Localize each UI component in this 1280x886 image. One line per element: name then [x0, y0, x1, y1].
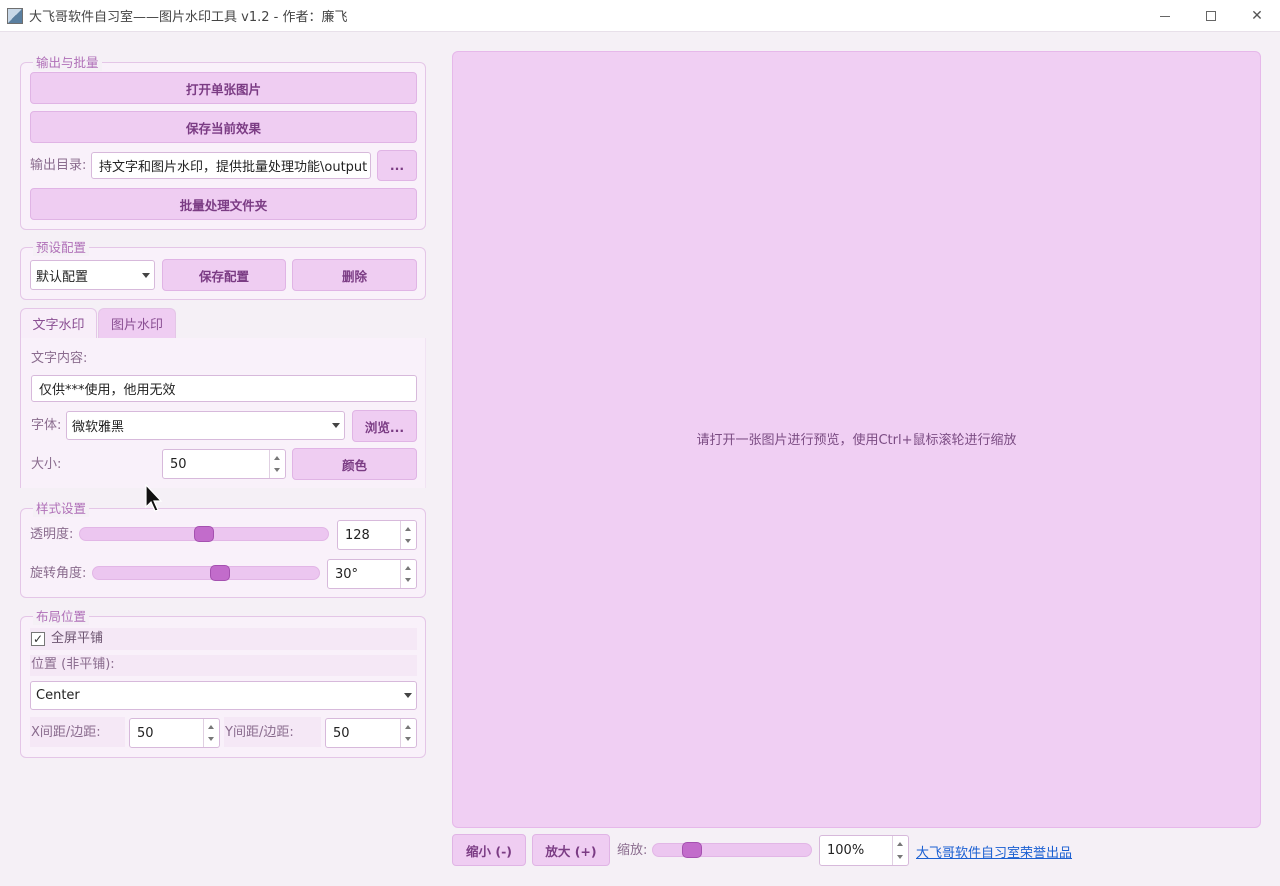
opacity-slider-handle[interactable] — [194, 526, 214, 542]
spin-up-icon — [405, 566, 411, 570]
x-spacing-spin-arrows[interactable] — [203, 719, 219, 747]
close-button[interactable]: ✕ — [1234, 0, 1280, 32]
window-controls: ✕ — [1142, 0, 1280, 32]
spin-up-icon — [405, 725, 411, 729]
zoom-spinbox-value: 100% — [827, 843, 865, 858]
save-preset-button[interactable]: 保存配置 — [162, 259, 286, 291]
rotation-spinbox[interactable]: 30° — [327, 559, 417, 589]
y-spacing-value: 50 — [333, 725, 350, 741]
text-watermark-panel: 文字内容: 仅供***使用，他用无效 字体: 微软雅黑 浏览... 大小: 50… — [20, 338, 426, 488]
title-bar: 大飞哥软件自习室——图片水印工具 v1.2 - 作者：廉飞 ✕ — [0, 0, 1280, 32]
spin-up-icon — [897, 842, 903, 846]
window-title: 大飞哥软件自习室——图片水印工具 v1.2 - 作者：廉飞 — [29, 10, 348, 25]
chevron-down-icon — [142, 273, 150, 278]
spin-down-icon — [274, 468, 280, 472]
chevron-down-icon — [404, 693, 412, 698]
spin-down-icon — [405, 578, 411, 582]
open-single-image-button[interactable]: 打开单张图片 — [30, 72, 417, 104]
opacity-spin-arrows[interactable] — [400, 521, 416, 549]
spin-down-icon — [897, 855, 903, 859]
layout-group: 布局位置 ✓ 全屏平铺 位置 (非平铺): Center X间距/边距: 50 … — [20, 609, 426, 758]
style-group-title: 样式设置 — [33, 501, 90, 517]
spin-up-icon — [274, 456, 280, 460]
zoom-slider[interactable] — [652, 842, 812, 858]
zoom-slider-handle[interactable] — [682, 842, 702, 858]
batch-process-folder-button[interactable]: 批量处理文件夹 — [30, 188, 417, 220]
preset-select-value: 默认配置 — [36, 269, 89, 285]
opacity-spinbox-value: 128 — [345, 527, 370, 543]
output-dir-input[interactable]: 持文字和图片水印，提供批量处理功能\output — [91, 152, 371, 179]
layout-group-title: 布局位置 — [33, 609, 90, 625]
color-button[interactable]: 颜色 — [292, 448, 417, 480]
mouse-cursor-icon — [145, 484, 163, 512]
y-spacing-spin-arrows[interactable] — [400, 719, 416, 747]
maximize-icon — [1206, 11, 1216, 21]
zoom-label: 缩放: — [617, 843, 648, 858]
save-current-effect-button[interactable]: 保存当前效果 — [30, 111, 417, 143]
browse-output-dir-button[interactable]: ... — [377, 150, 417, 181]
size-spin-arrows[interactable] — [269, 450, 285, 478]
y-spacing-label: Y间距/边距: — [225, 725, 294, 740]
font-browse-button[interactable]: 浏览... — [352, 410, 417, 442]
minimize-button[interactable] — [1142, 0, 1188, 32]
chevron-down-icon — [332, 423, 340, 428]
rotation-spinbox-value: 30° — [335, 566, 359, 582]
close-icon: ✕ — [1251, 8, 1263, 24]
rotation-label: 旋转角度: — [30, 566, 87, 581]
x-spacing-spinbox[interactable]: 50 — [129, 718, 220, 748]
spin-down-icon — [405, 539, 411, 543]
preset-group-title: 预设配置 — [33, 240, 90, 256]
zoom-in-button[interactable]: 放大 (+) — [532, 834, 610, 866]
fullscreen-tile-label: 全屏平铺 — [51, 631, 104, 646]
spin-up-icon — [208, 725, 214, 729]
zoom-spin-arrows[interactable] — [892, 836, 908, 865]
style-group: 样式设置 透明度: 128 旋转角度: 30° — [20, 501, 426, 598]
maximize-button[interactable] — [1188, 0, 1234, 32]
y-spacing-spinbox[interactable]: 50 — [325, 718, 417, 748]
spin-down-icon — [208, 737, 214, 741]
preview-area[interactable]: 请打开一张图片进行预览，使用Ctrl+鼠标滚轮进行缩放 — [452, 51, 1261, 828]
position-select[interactable]: Center — [30, 681, 417, 710]
tab-image-watermark[interactable]: 图片水印 — [98, 308, 176, 338]
output-batch-group: 输出与批量 打开单张图片 保存当前效果 输出目录: 持文字和图片水印，提供批量处… — [20, 55, 426, 230]
font-select[interactable]: 微软雅黑 — [66, 411, 345, 440]
size-spinbox[interactable]: 50 — [162, 449, 286, 479]
minimize-icon — [1160, 15, 1170, 17]
size-label: 大小: — [31, 457, 62, 472]
preview-hint: 请打开一张图片进行预览，使用Ctrl+鼠标滚轮进行缩放 — [696, 432, 1017, 448]
preset-select[interactable]: 默认配置 — [30, 260, 155, 290]
opacity-spinbox[interactable]: 128 — [337, 520, 417, 550]
text-content-label: 文字内容: — [31, 351, 88, 366]
font-select-value: 微软雅黑 — [72, 420, 125, 435]
position-label: 位置 (非平铺): — [31, 657, 115, 672]
spin-up-icon — [405, 527, 411, 531]
x-spacing-label: X间距/边距: — [31, 725, 101, 740]
opacity-label: 透明度: — [30, 527, 74, 542]
size-spinbox-value: 50 — [170, 456, 187, 472]
spin-down-icon — [405, 737, 411, 741]
x-spacing-value: 50 — [137, 725, 154, 741]
fullscreen-tile-checkbox[interactable]: ✓ — [31, 632, 45, 646]
output-dir-label: 输出目录: — [30, 158, 87, 173]
credit-link[interactable]: 大飞哥软件自习室荣誉出品 — [916, 842, 1072, 861]
preset-group: 预设配置 默认配置 保存配置 删除 — [20, 240, 426, 300]
output-batch-group-title: 输出与批量 — [33, 55, 102, 71]
app-icon — [7, 7, 23, 24]
rotation-slider[interactable] — [92, 565, 320, 581]
zoom-out-button[interactable]: 缩小 (-) — [452, 834, 526, 866]
tab-text-watermark[interactable]: 文字水印 — [20, 308, 97, 338]
delete-preset-button[interactable]: 删除 — [292, 259, 417, 291]
rotation-slider-handle[interactable] — [210, 565, 230, 581]
zoom-spinbox[interactable]: 100% — [819, 835, 909, 866]
font-label: 字体: — [31, 418, 62, 433]
text-content-input[interactable]: 仅供***使用，他用无效 — [31, 375, 417, 402]
rotation-spin-arrows[interactable] — [400, 560, 416, 588]
opacity-slider[interactable] — [79, 526, 329, 542]
position-select-value: Center — [36, 688, 80, 703]
